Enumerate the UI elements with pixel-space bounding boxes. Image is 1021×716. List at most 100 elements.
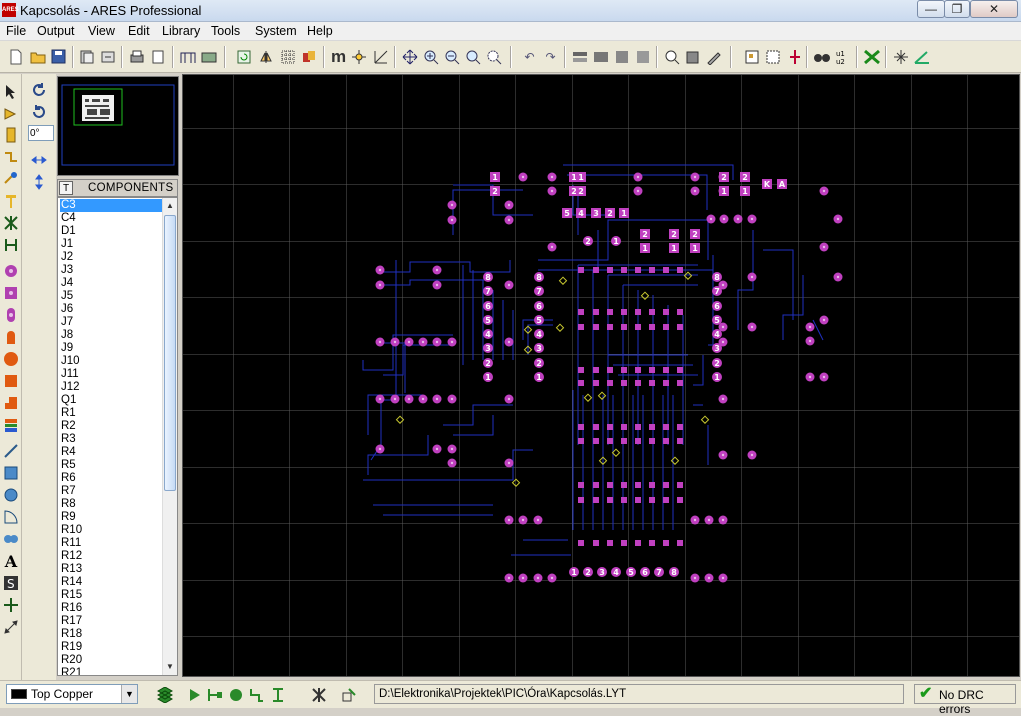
list-item[interactable]: J8: [60, 329, 162, 342]
autoplace-icon[interactable]: [742, 47, 761, 66]
list-item[interactable]: R10: [60, 524, 162, 537]
origin-icon[interactable]: [349, 47, 368, 66]
components-tab-button[interactable]: T: [59, 181, 73, 195]
components-list[interactable]: C3 C4 D1 J1 J2 J3 J4 J5 J6 J7 J8 J9 J10 …: [57, 197, 178, 676]
polygon-pad-icon[interactable]: [2, 394, 20, 412]
menu-library[interactable]: Library: [162, 24, 200, 38]
list-item[interactable]: R12: [60, 550, 162, 563]
design-icon[interactable]: [912, 47, 931, 66]
router-icon[interactable]: [785, 47, 804, 66]
dil-pad-icon[interactable]: [2, 306, 20, 324]
text-icon[interactable]: A: [2, 552, 20, 571]
pcb-board[interactable]: 8765432187654321876543211 2 3 4 5 6 7 85 4 3 2 1121…: [183, 75, 1020, 677]
list-item[interactable]: R5: [60, 459, 162, 472]
rotate-cw-icon[interactable]: [30, 81, 48, 99]
pcb-canvas[interactable]: 8765432187654321876543211234567854321121…: [182, 74, 1020, 677]
list-item[interactable]: J12: [60, 381, 162, 394]
layer-stack-icon[interactable]: [156, 686, 174, 704]
flip-icon[interactable]: [256, 47, 275, 66]
menu-tools[interactable]: Tools: [211, 24, 240, 38]
list-item[interactable]: R21: [60, 667, 162, 675]
list-item[interactable]: R16: [60, 602, 162, 615]
mirror-y-icon[interactable]: [30, 173, 48, 191]
search-icon[interactable]: [812, 47, 831, 66]
block-delete-icon[interactable]: [633, 47, 652, 66]
grid-icon[interactable]: [278, 47, 297, 66]
ratsnest-icon[interactable]: [2, 214, 20, 232]
test-icon[interactable]: [269, 686, 287, 704]
circle-icon[interactable]: [2, 486, 20, 504]
menu-view[interactable]: View: [88, 24, 115, 38]
list-item[interactable]: C4: [60, 212, 162, 225]
list-item[interactable]: R18: [60, 628, 162, 641]
undo-icon[interactable]: ↶: [520, 47, 539, 66]
step-icon[interactable]: [206, 686, 224, 704]
square-pad-icon[interactable]: [2, 284, 20, 302]
snap-icon[interactable]: [371, 47, 390, 66]
list-item[interactable]: Q1: [60, 394, 162, 407]
mirror-x-icon[interactable]: [30, 151, 48, 169]
netlist-icon[interactable]: [178, 47, 197, 66]
minimize-button[interactable]: —: [917, 0, 945, 18]
list-item[interactable]: R9: [60, 511, 162, 524]
chevron-down-icon[interactable]: ▼: [121, 685, 137, 703]
tool-icon[interactable]: [704, 47, 723, 66]
list-item[interactable]: J10: [60, 355, 162, 368]
block-copy-icon[interactable]: [570, 47, 589, 66]
pan-icon[interactable]: [400, 47, 419, 66]
metric-icon[interactable]: m: [329, 47, 348, 66]
3d-icon[interactable]: [199, 47, 218, 66]
list-item[interactable]: J11: [60, 368, 162, 381]
zoom-area-icon[interactable]: [484, 47, 503, 66]
pick-icon[interactable]: [662, 47, 681, 66]
redo-icon[interactable]: ↷: [541, 47, 560, 66]
rotate-ccw-icon[interactable]: [30, 103, 48, 121]
list-item[interactable]: J6: [60, 303, 162, 316]
line-icon[interactable]: [2, 442, 20, 460]
connectivity-icon[interactable]: [2, 236, 20, 254]
menu-help[interactable]: Help: [307, 24, 333, 38]
select-icon[interactable]: [2, 83, 20, 101]
zoom-all-icon[interactable]: [463, 47, 482, 66]
list-item[interactable]: R14: [60, 576, 162, 589]
block-move-icon[interactable]: [591, 47, 610, 66]
menu-file[interactable]: File: [6, 24, 26, 38]
menu-system[interactable]: System: [255, 24, 297, 38]
list-item[interactable]: R6: [60, 472, 162, 485]
zoom-out-icon[interactable]: [442, 47, 461, 66]
autoroute-icon[interactable]: [763, 47, 782, 66]
package-icon[interactable]: [2, 126, 20, 144]
component-icon[interactable]: [2, 105, 20, 123]
path-icon[interactable]: [2, 530, 20, 548]
zone-icon[interactable]: [2, 192, 20, 210]
cursor-icon[interactable]: [340, 686, 358, 704]
arc-icon[interactable]: [2, 508, 20, 526]
marker-icon[interactable]: [2, 596, 20, 614]
scroll-up-icon[interactable]: ▲: [164, 199, 176, 213]
circle-pad-icon[interactable]: [2, 350, 20, 368]
list-item[interactable]: R11: [60, 537, 162, 550]
menu-edit[interactable]: Edit: [128, 24, 150, 38]
round-pad-icon[interactable]: [2, 262, 20, 280]
pause-icon[interactable]: [227, 686, 245, 704]
edge-pad-icon[interactable]: [2, 328, 20, 346]
list-item[interactable]: R8: [60, 498, 162, 511]
menu-output[interactable]: Output: [37, 24, 75, 38]
rotation-angle-input[interactable]: [28, 125, 54, 141]
list-item[interactable]: R15: [60, 589, 162, 602]
dimension-icon[interactable]: [2, 618, 20, 636]
list-item[interactable]: R1: [60, 407, 162, 420]
list-item[interactable]: R17: [60, 615, 162, 628]
list-item[interactable]: R19: [60, 641, 162, 654]
layers-icon[interactable]: [299, 47, 318, 66]
play-icon[interactable]: [186, 686, 204, 704]
ratsnest-status-icon[interactable]: [310, 686, 328, 704]
zoom-in-icon[interactable]: [421, 47, 440, 66]
print-icon[interactable]: [127, 47, 146, 66]
open-icon[interactable]: [28, 47, 47, 66]
save-icon[interactable]: [49, 47, 68, 66]
list-item[interactable]: J3: [60, 264, 162, 277]
overview-window[interactable]: [57, 76, 179, 176]
library-icon[interactable]: [683, 47, 702, 66]
list-item[interactable]: D1: [60, 225, 162, 238]
